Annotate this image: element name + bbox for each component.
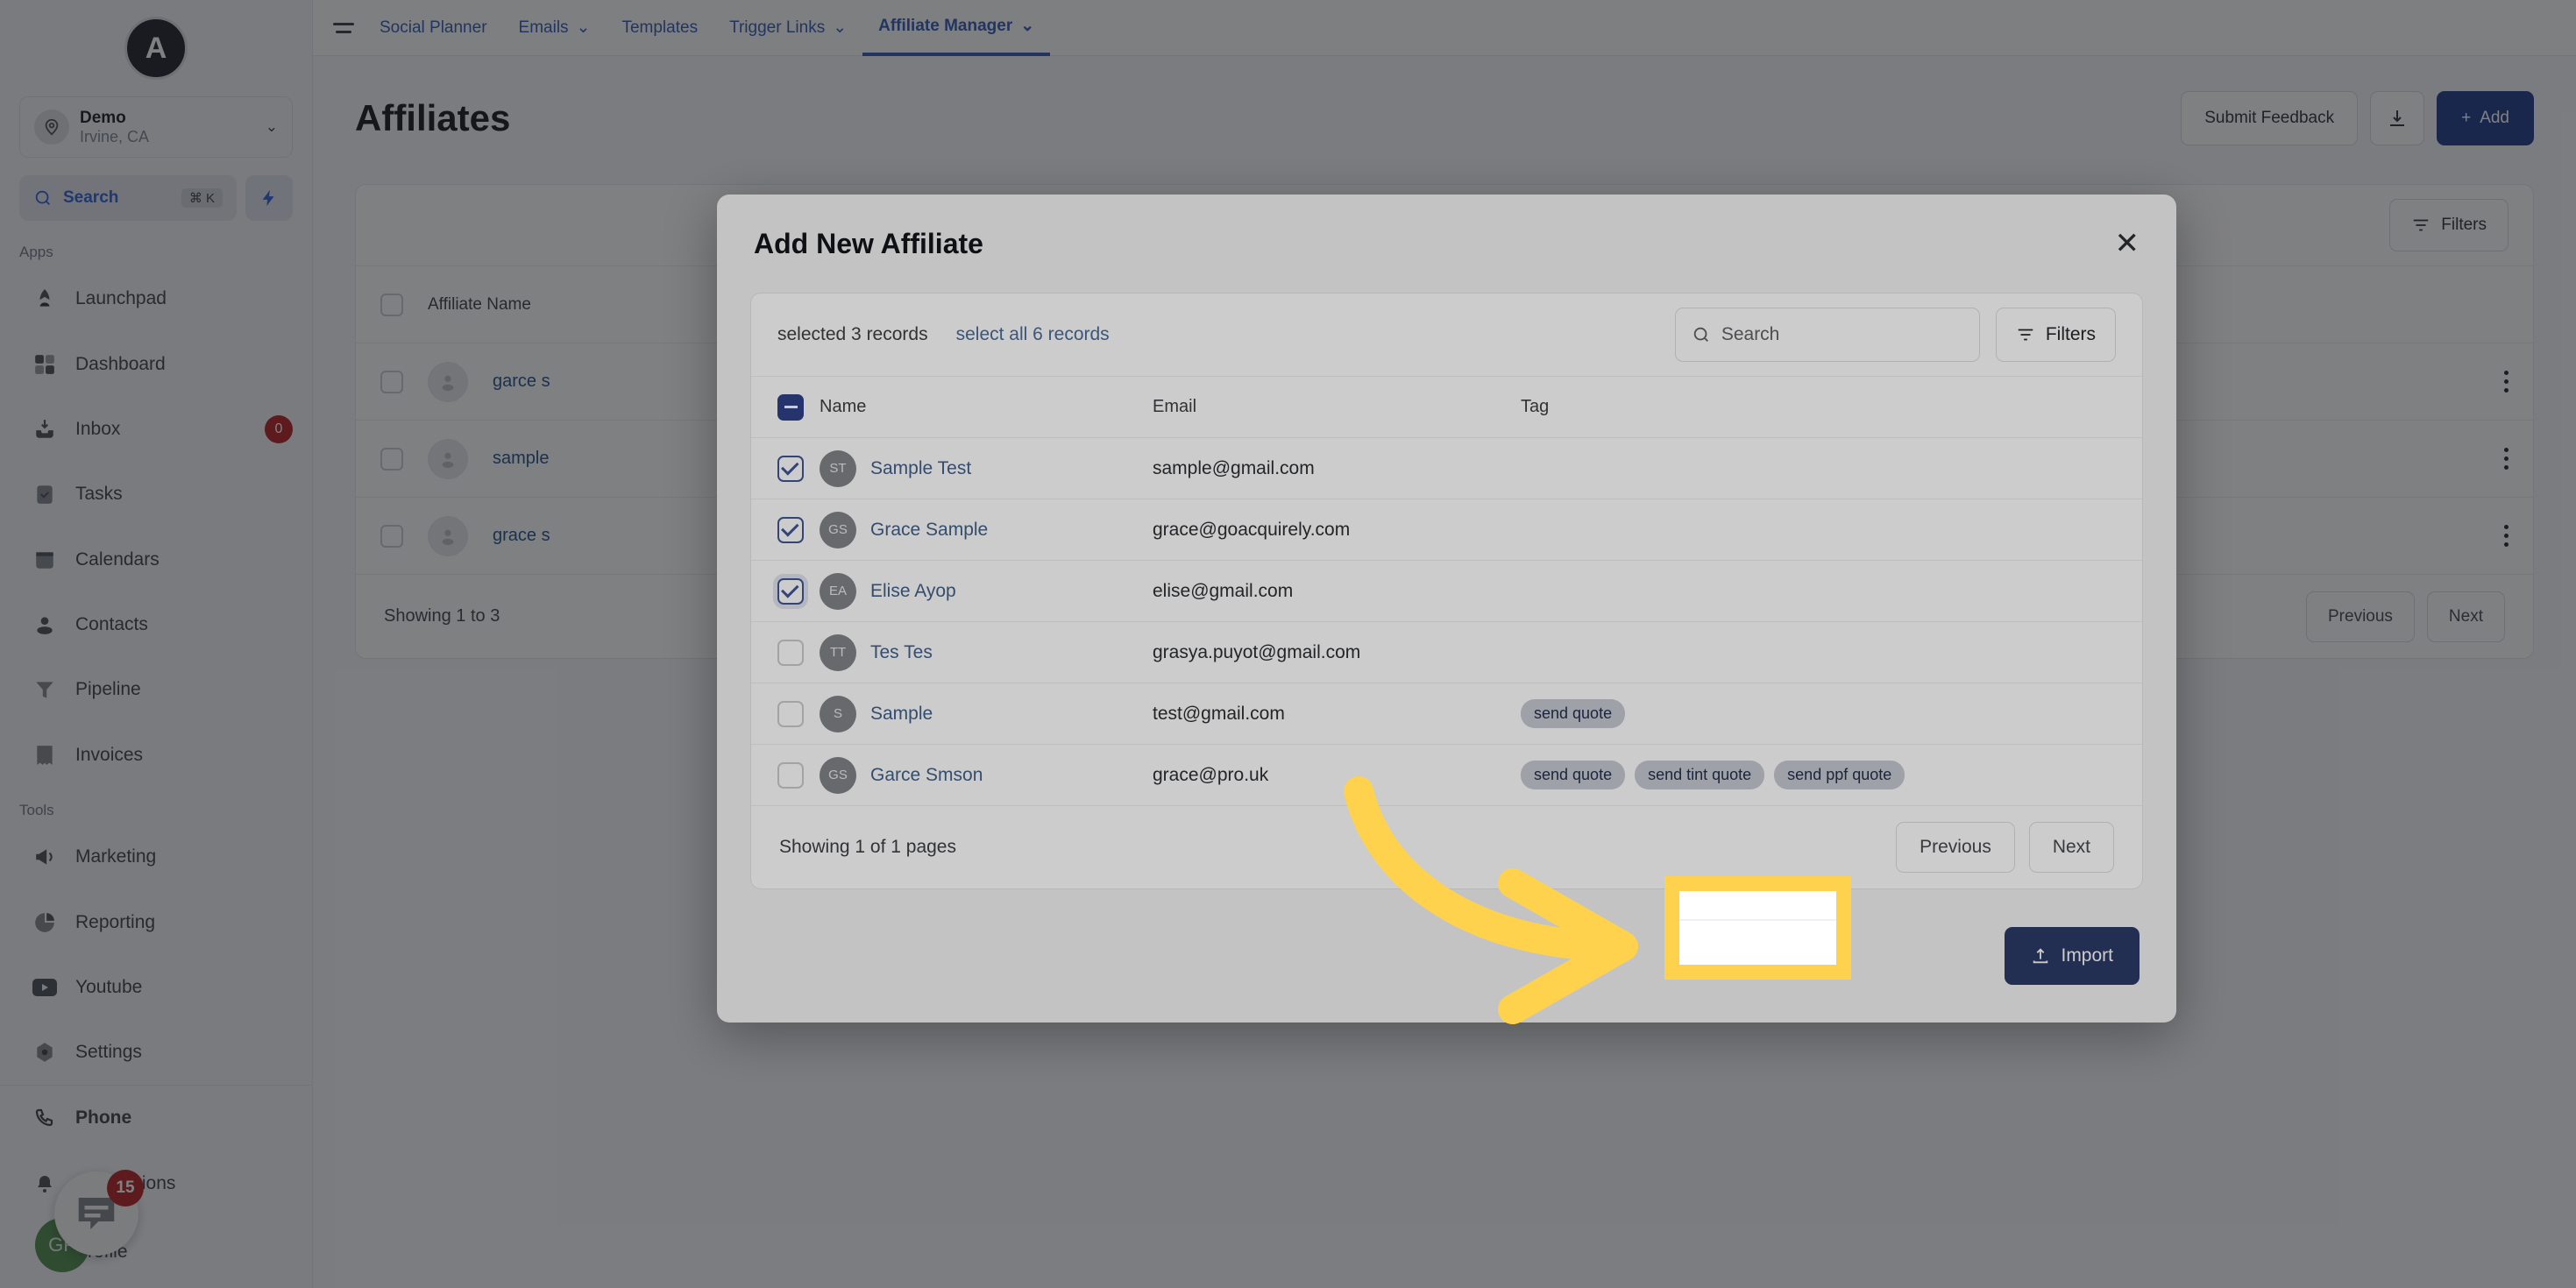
- showing-pages-text: Showing 1 of 1 pages: [779, 837, 956, 857]
- table-row[interactable]: EA Elise Ayop elise@gmail.com: [751, 561, 2142, 622]
- import-button-label: Import: [2061, 945, 2113, 966]
- selected-records-text: selected 3 records: [777, 324, 928, 344]
- select-all-cell: [751, 377, 820, 438]
- next-page-button[interactable]: Next: [2028, 822, 2114, 873]
- table-row[interactable]: S Sample test@gmail.com send quote: [751, 683, 2142, 745]
- row-name-cell: S Sample: [820, 683, 1153, 745]
- row-checkbox[interactable]: [777, 761, 804, 789]
- contact-tags-cell: send quote: [1521, 683, 2142, 745]
- avatar: GS: [820, 756, 856, 794]
- contact-email: grace@pro.uk: [1153, 764, 1269, 785]
- contact-tags-cell: [1521, 561, 2142, 622]
- row-select-cell: [751, 438, 820, 499]
- filters-label: Filters: [2045, 324, 2096, 344]
- previous-page-button[interactable]: Previous: [1896, 822, 2015, 873]
- avatar: EA: [820, 572, 856, 610]
- row-select-cell: [751, 683, 820, 745]
- filters-button[interactable]: Filters: [1995, 308, 2116, 362]
- tag-pill[interactable]: send ppf quote: [1774, 761, 1905, 789]
- contact-name-link[interactable]: Sample Test: [870, 458, 971, 479]
- contact-picker-panel: selected 3 records select all 6 records …: [750, 293, 2143, 889]
- row-select-cell: [751, 561, 820, 622]
- contact-name-link[interactable]: Garce Smson: [870, 765, 983, 786]
- table-row[interactable]: TT Tes Tes grasya.puyot@gmail.com: [751, 622, 2142, 683]
- contact-email: sample@gmail.com: [1153, 457, 1315, 478]
- avatar: ST: [820, 449, 856, 487]
- search-placeholder: Search: [1721, 324, 1780, 344]
- search-input[interactable]: Search: [1674, 308, 1980, 362]
- import-button[interactable]: Import: [2005, 927, 2140, 985]
- contact-tags-cell: [1521, 499, 2142, 561]
- contacts-table-header-row: Name Email Tag: [751, 376, 2142, 438]
- contact-name-link[interactable]: Elise Ayop: [870, 581, 956, 602]
- contacts-table-head: Name Email Tag: [751, 376, 2142, 438]
- table-row[interactable]: ST Sample Test sample@gmail.com: [751, 438, 2142, 499]
- row-name-cell: GS Grace Sample: [820, 499, 1153, 561]
- close-icon[interactable]: ✕: [2115, 229, 2140, 258]
- picker-toolbar: selected 3 records select all 6 records …: [751, 294, 2142, 376]
- contact-tags-cell: [1521, 622, 2142, 683]
- contact-tags-cell: [1521, 438, 2142, 499]
- filter-icon: [2018, 329, 2033, 341]
- table-row[interactable]: GS Grace Sample grace@goacquirely.com: [751, 499, 2142, 561]
- add-new-affiliate-modal: Add New Affiliate ✕ selected 3 records s…: [717, 195, 2176, 1023]
- tag-pill[interactable]: send quote: [1521, 761, 1626, 789]
- contact-tags-cell: send quote send tint quote send ppf quot…: [1521, 745, 2142, 806]
- table-row[interactable]: GS Garce Smson grace@pro.uk send quote s…: [751, 745, 2142, 806]
- column-header-tag: Tag: [1521, 397, 1550, 416]
- column-header-email: Email: [1153, 397, 1197, 416]
- row-name-cell: TT Tes Tes: [820, 622, 1153, 683]
- row-checkbox[interactable]: [777, 577, 804, 605]
- modal-title: Add New Affiliate: [754, 227, 983, 259]
- upload-icon: [2033, 948, 2048, 964]
- contact-name-link[interactable]: Grace Sample: [870, 520, 988, 541]
- select-all-records-link[interactable]: select all 6 records: [956, 324, 1110, 345]
- row-name-cell: GS Garce Smson: [820, 745, 1153, 806]
- contact-name-link[interactable]: Tes Tes: [870, 642, 933, 663]
- row-select-cell: [751, 745, 820, 806]
- tag-pill[interactable]: send quote: [1521, 699, 1626, 728]
- row-checkbox[interactable]: [777, 700, 804, 727]
- select-all-checkbox[interactable]: [777, 393, 804, 421]
- row-name-cell: EA Elise Ayop: [820, 561, 1153, 622]
- row-select-cell: [751, 499, 820, 561]
- contact-name-link[interactable]: Sample: [870, 704, 933, 725]
- row-name-cell: ST Sample Test: [820, 438, 1153, 499]
- avatar: TT: [820, 633, 856, 671]
- row-checkbox[interactable]: [777, 455, 804, 482]
- row-checkbox[interactable]: [777, 516, 804, 543]
- row-select-cell: [751, 622, 820, 683]
- contact-email: elise@gmail.com: [1153, 580, 1294, 601]
- contact-email: grace@goacquirely.com: [1153, 519, 1351, 540]
- avatar: S: [820, 695, 856, 732]
- avatar: GS: [820, 511, 856, 548]
- search-icon: [1693, 327, 1708, 342]
- modal-footer: Import: [717, 889, 2176, 1023]
- tag-pill[interactable]: send tint quote: [1635, 761, 1765, 789]
- row-checkbox[interactable]: [777, 639, 804, 666]
- contact-email: test@gmail.com: [1153, 703, 1285, 724]
- column-header-name: Name: [820, 397, 867, 416]
- picker-footer: Showing 1 of 1 pages Previous Next: [751, 806, 2142, 888]
- contacts-table: Name Email Tag ST Sample Test sample@gma…: [751, 376, 2142, 806]
- contacts-table-body: ST Sample Test sample@gmail.com GS Grace…: [751, 438, 2142, 806]
- modal-header: Add New Affiliate ✕: [717, 195, 2176, 293]
- contact-email: grasya.puyot@gmail.com: [1153, 641, 1361, 662]
